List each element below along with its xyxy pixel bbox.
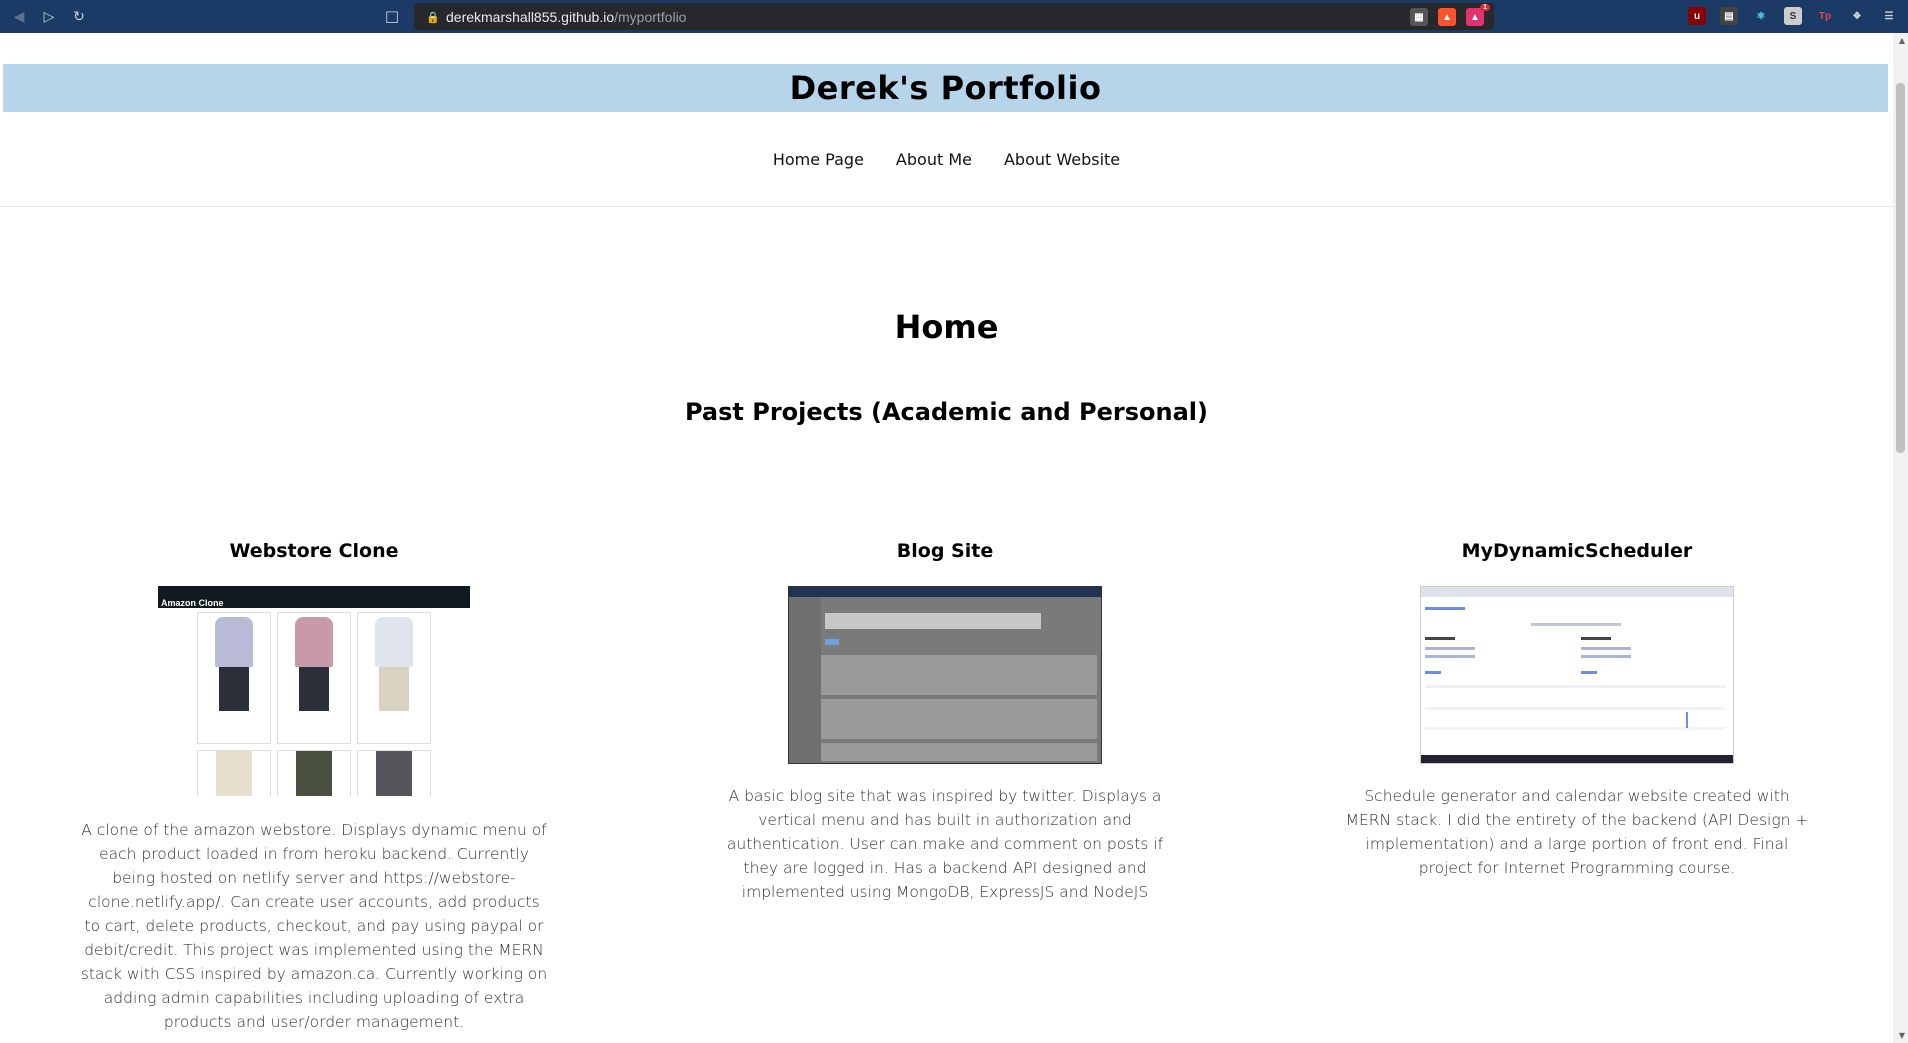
- react-devtools-icon[interactable]: ⚛: [1752, 7, 1770, 25]
- rewards-badge: 1: [1480, 4, 1490, 11]
- site-nav: Home Page About Me About Website: [0, 150, 1893, 169]
- project-description: Schedule generator and calendar website …: [1345, 787, 1809, 877]
- url-path: /myportfolio: [614, 8, 687, 25]
- project-blog-site: Blog Site A basic blog site that was ins…: [705, 540, 1185, 904]
- section-title: Past Projects (Academic and Personal): [684, 398, 1209, 426]
- nav-about-website[interactable]: About Website: [1004, 150, 1120, 169]
- project-webstore-clone: Webstore Clone Amazon Clone A clone of t…: [74, 540, 554, 1034]
- browser-toolbar: ◀ ▷ ↻ □ 🔒 derekmarshall855.github.io/myp…: [0, 0, 1908, 33]
- scheduler-screenshot: [1420, 586, 1734, 764]
- url-host: derekmarshall855.github.io: [446, 8, 615, 25]
- project-mydynamicscheduler: MyDynamicScheduler Schedule generator an…: [1337, 540, 1817, 880]
- site-title: Derek's Portfolio: [789, 69, 1102, 107]
- extensions-puzzle-icon[interactable]: ❖: [1848, 7, 1866, 25]
- url-text[interactable]: derekmarshall855.github.io/myportfolio: [446, 9, 686, 25]
- bookmark-icon[interactable]: □: [382, 6, 402, 26]
- lock-icon: 🔒: [426, 11, 440, 24]
- scroll-up-icon[interactable]: ▲: [1899, 36, 1905, 45]
- site-banner: Derek's Portfolio: [3, 64, 1888, 112]
- scroll-down-icon[interactable]: ▼: [1899, 1031, 1905, 1040]
- project-title: Webstore Clone: [229, 540, 399, 562]
- project-description: A clone of the amazon webstore. Displays…: [80, 821, 548, 1031]
- menu-icon[interactable]: ☰: [1880, 7, 1898, 25]
- extension-s-icon[interactable]: S: [1784, 7, 1802, 25]
- project-title: Blog Site: [896, 540, 994, 562]
- forward-icon[interactable]: ▷: [38, 6, 60, 28]
- extension-tp-icon[interactable]: Tp: [1816, 7, 1834, 25]
- reload-icon[interactable]: ↻: [68, 6, 90, 28]
- ublock-icon[interactable]: u: [1688, 7, 1706, 25]
- address-bar[interactable]: 🔒 derekmarshall855.github.io/myportfolio…: [414, 3, 1494, 30]
- nav-divider: [0, 206, 1893, 207]
- brave-shield-icon[interactable]: ▲: [1438, 8, 1456, 26]
- nav-home-page[interactable]: Home Page: [773, 150, 864, 169]
- nav-about-me[interactable]: About Me: [896, 150, 972, 169]
- webstore-screenshot: Amazon Clone: [158, 586, 470, 796]
- project-description: A basic blog site that was inspired by t…: [726, 787, 1164, 901]
- blog-screenshot: [788, 586, 1102, 764]
- reader-icon[interactable]: ▤: [1720, 7, 1738, 25]
- extensions-bar: u ▤ ⚛ S Tp ❖ ☰: [1688, 7, 1898, 25]
- page-scrollbar[interactable]: ▲ ▼: [1893, 33, 1908, 1043]
- brave-rewards-icon[interactable]: ▲ 1: [1466, 4, 1490, 26]
- scroll-thumb[interactable]: [1896, 83, 1905, 453]
- page-title: Home: [894, 308, 999, 346]
- back-icon[interactable]: ◀: [8, 6, 30, 28]
- qr-icon[interactable]: ▦: [1410, 8, 1428, 26]
- thumb-header: Amazon Clone: [158, 586, 470, 608]
- project-title: MyDynamicScheduler: [1461, 540, 1693, 562]
